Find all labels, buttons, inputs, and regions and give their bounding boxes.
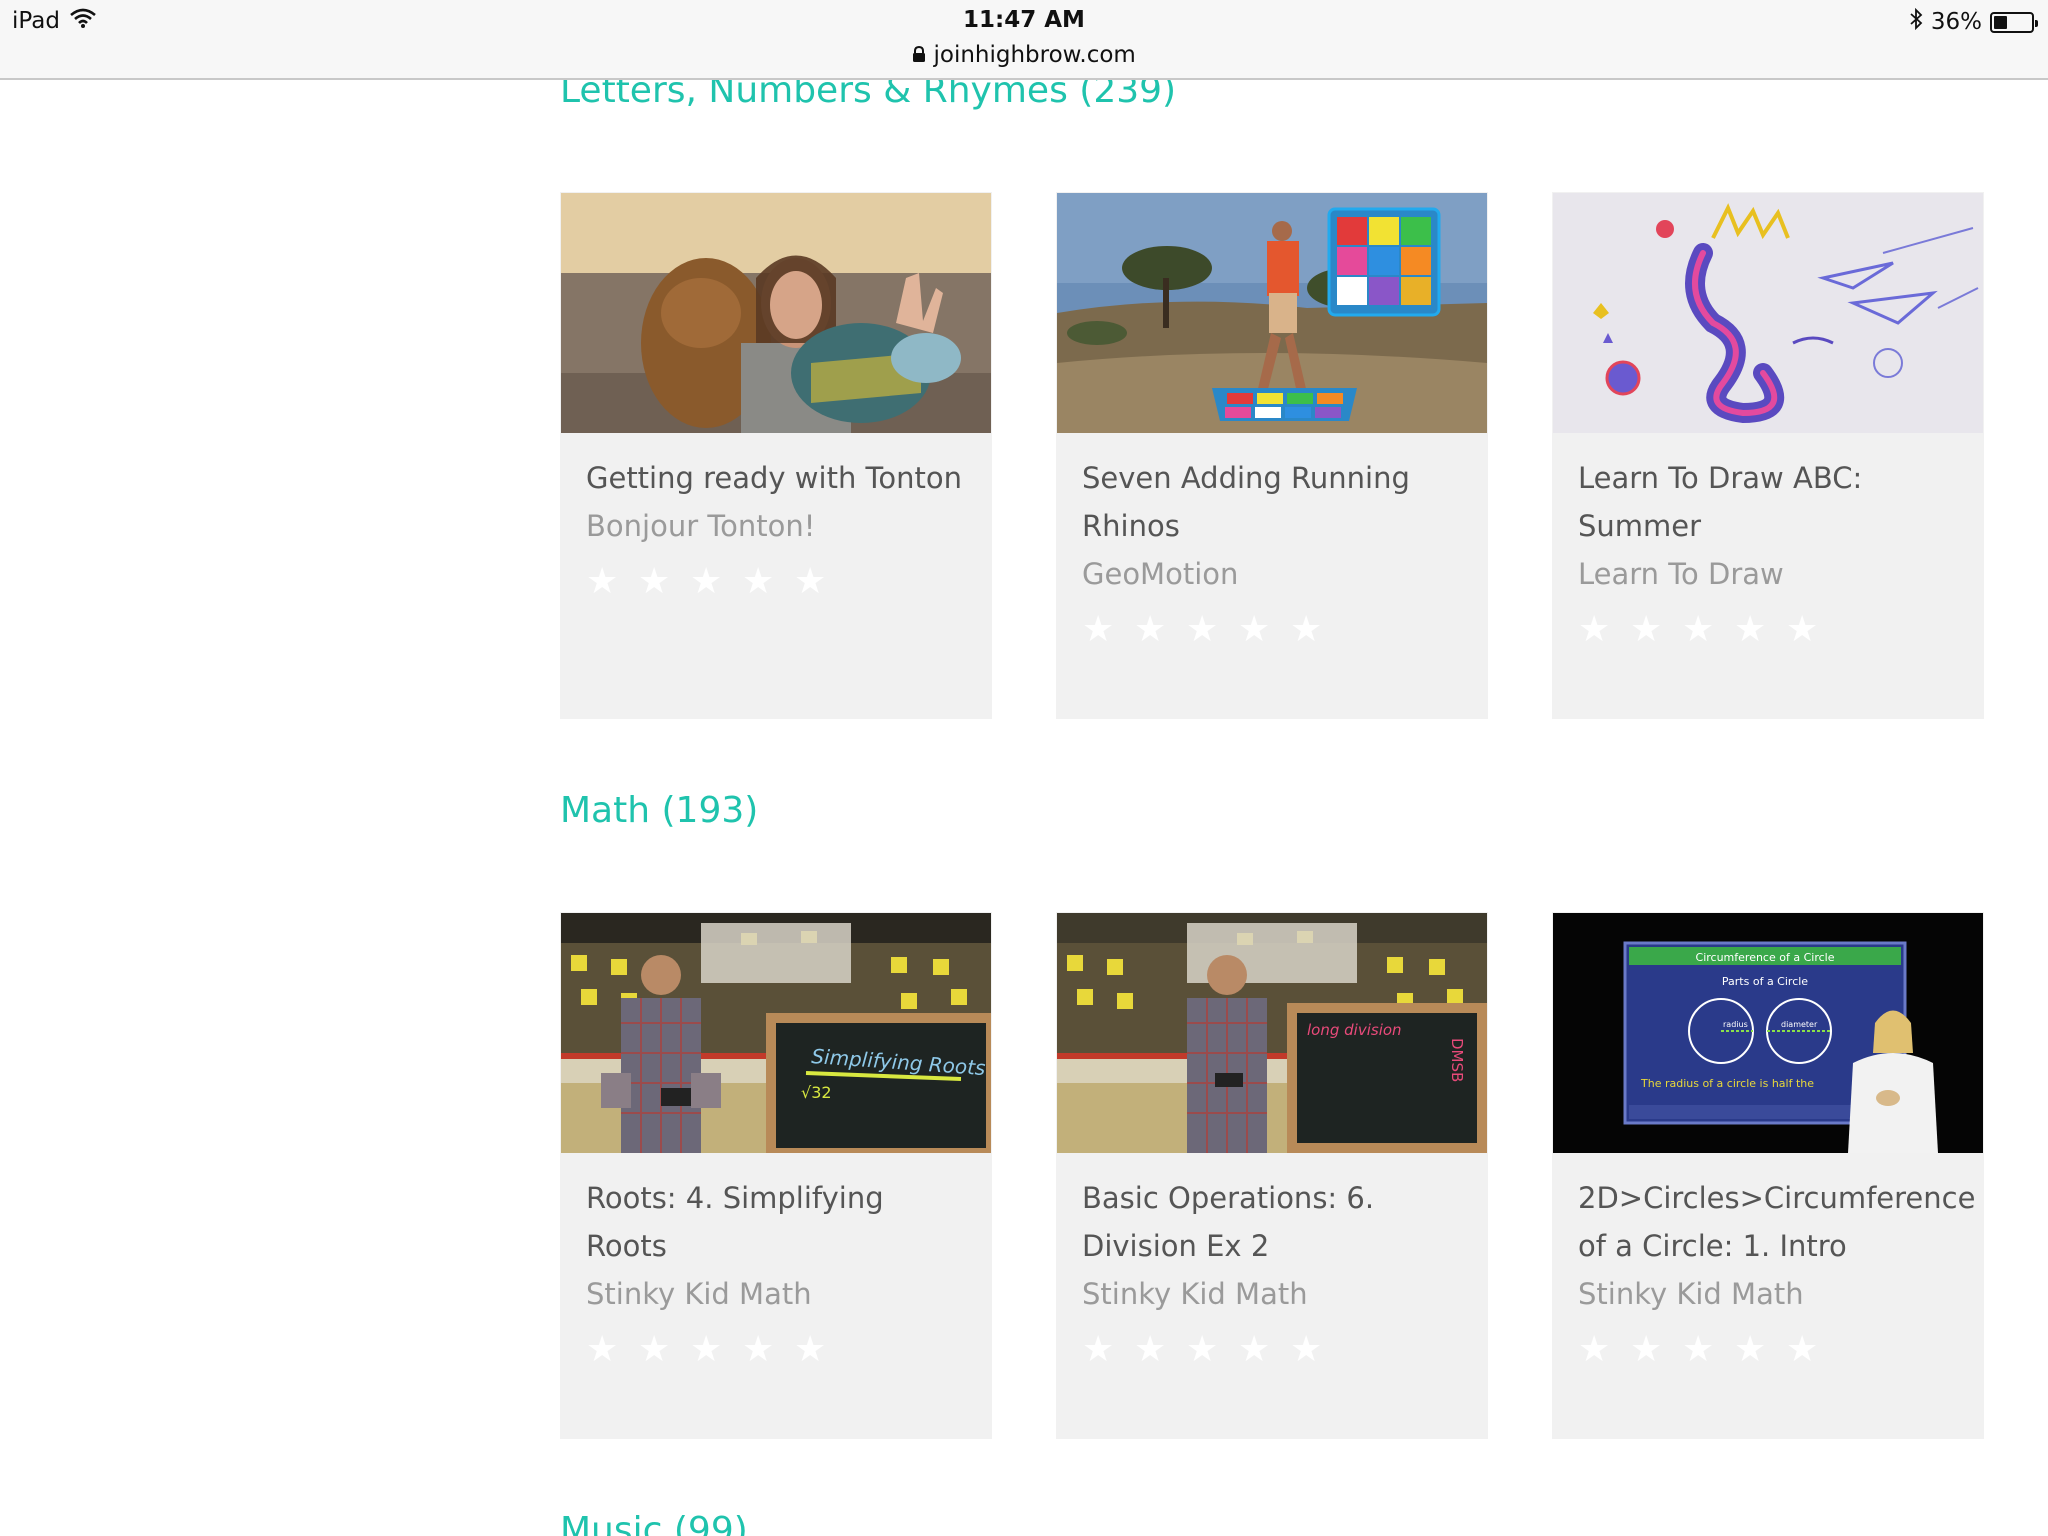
star-icon[interactable]: ★: [1134, 1332, 1168, 1368]
video-card[interactable]: Circumference of a Circle Parts of a Cir…: [1552, 912, 1984, 1439]
star-icon[interactable]: ★: [638, 564, 672, 600]
star-icon[interactable]: ★: [1290, 612, 1324, 648]
star-icon[interactable]: ★: [1578, 1332, 1612, 1368]
video-thumbnail[interactable]: [561, 193, 991, 433]
star-icon[interactable]: ★: [1630, 1332, 1664, 1368]
star-icon[interactable]: ★: [690, 564, 724, 600]
battery-fill: [1994, 15, 2007, 29]
star-icon[interactable]: ★: [794, 564, 828, 600]
card-title[interactable]: Seven Adding Running Rhinos: [1082, 454, 1466, 550]
star-rating[interactable]: ★ ★ ★ ★ ★: [1082, 612, 1466, 648]
star-rating[interactable]: ★ ★ ★ ★ ★: [1578, 612, 1962, 648]
star-icon[interactable]: ★: [1134, 612, 1168, 648]
card-author[interactable]: Stinky Kid Math: [586, 1270, 970, 1318]
video-card[interactable]: long division DMSB Basic Operations: 6. …: [1056, 912, 1488, 1439]
battery-percent: 36%: [1930, 9, 1982, 35]
status-bar: iPad 11:47 AM joinhighbrow.com 36%: [0, 0, 2048, 80]
video-card[interactable]: Learn To Draw ABC: Summer Learn To Draw …: [1552, 192, 1984, 719]
url-text: joinhighbrow.com: [933, 42, 1136, 68]
card-title[interactable]: Getting ready with Tonton: [586, 454, 970, 502]
star-icon[interactable]: ★: [586, 564, 620, 600]
status-right: 36%: [1909, 7, 2038, 36]
card-title[interactable]: Learn To Draw ABC: Summer: [1578, 454, 1962, 550]
card-title[interactable]: Roots: 4. Simplifying Roots: [586, 1174, 970, 1270]
bluetooth-icon: [1909, 7, 1923, 36]
star-rating[interactable]: ★ ★ ★ ★ ★: [586, 564, 970, 600]
video-card[interactable]: Getting ready with Tonton Bonjour Tonton…: [560, 192, 992, 719]
screen-subheader: Parts of a Circle: [1722, 975, 1808, 988]
card-body: Basic Operations: 6. Division Ex 2 Stink…: [1082, 1174, 1466, 1368]
battery-icon: [1990, 11, 2038, 33]
screen-caption: The radius of a circle is half the: [1640, 1077, 1814, 1090]
star-icon[interactable]: ★: [1082, 1332, 1116, 1368]
card-body: Seven Adding Running Rhinos GeoMotion ★ ★…: [1082, 454, 1466, 648]
card-author[interactable]: Bonjour Tonton!: [586, 502, 970, 550]
star-icon[interactable]: ★: [638, 1332, 672, 1368]
star-icon[interactable]: ★: [1786, 612, 1820, 648]
star-icon[interactable]: ★: [1786, 1332, 1820, 1368]
star-icon[interactable]: ★: [1578, 612, 1612, 648]
screen-header: Circumference of a Circle: [1696, 951, 1835, 964]
star-icon[interactable]: ★: [1682, 1332, 1716, 1368]
star-rating[interactable]: ★ ★ ★ ★ ★: [586, 1332, 970, 1368]
section-title-math[interactable]: Math (193): [560, 790, 758, 831]
section-title-music[interactable]: Music (99): [560, 1510, 748, 1536]
star-icon[interactable]: ★: [690, 1332, 724, 1368]
video-thumbnail[interactable]: [1553, 193, 1983, 433]
star-icon[interactable]: ★: [1238, 612, 1272, 648]
card-author[interactable]: Stinky Kid Math: [1578, 1270, 1962, 1318]
card-body: Learn To Draw ABC: Summer Learn To Draw …: [1578, 454, 1962, 648]
star-icon[interactable]: ★: [1734, 612, 1768, 648]
star-icon[interactable]: ★: [1682, 612, 1716, 648]
video-thumbnail[interactable]: Simplifying Roots √32: [561, 913, 991, 1153]
video-card[interactable]: Simplifying Roots √32 Roots: 4. Simplify…: [560, 912, 992, 1439]
star-icon[interactable]: ★: [1290, 1332, 1324, 1368]
star-icon[interactable]: ★: [742, 1332, 776, 1368]
star-icon[interactable]: ★: [794, 1332, 828, 1368]
star-icon[interactable]: ★: [1186, 1332, 1220, 1368]
card-title[interactable]: Basic Operations: 6. Division Ex 2: [1082, 1174, 1466, 1270]
address-bar[interactable]: joinhighbrow.com: [0, 42, 2048, 68]
star-rating[interactable]: ★ ★ ★ ★ ★: [1578, 1332, 1962, 1368]
star-icon[interactable]: ★: [1630, 612, 1664, 648]
board-sqrt: √32: [801, 1083, 832, 1102]
star-icon[interactable]: ★: [1734, 1332, 1768, 1368]
radius-label: radius: [1723, 1020, 1748, 1029]
video-thumbnail[interactable]: Circumference of a Circle Parts of a Cir…: [1553, 913, 1983, 1153]
card-author[interactable]: GeoMotion: [1082, 550, 1466, 598]
card-title[interactable]: 2D>Circles>Circumference of a Circle: 1.…: [1578, 1174, 1975, 1270]
clock: 11:47 AM: [963, 7, 1085, 33]
card-body: 2D>Circles>Circumference of a Circle: 1.…: [1578, 1174, 1975, 1368]
board-letters: DMSB: [1448, 1038, 1466, 1082]
video-thumbnail[interactable]: [1057, 193, 1487, 433]
lock-icon: [912, 42, 933, 68]
card-body: Roots: 4. Simplifying Roots Stinky Kid M…: [586, 1174, 970, 1368]
card-body: Getting ready with Tonton Bonjour Tonton…: [586, 454, 970, 600]
star-icon[interactable]: ★: [1186, 612, 1220, 648]
star-rating[interactable]: ★ ★ ★ ★ ★: [1082, 1332, 1466, 1368]
card-author[interactable]: Learn To Draw: [1578, 550, 1962, 598]
card-author[interactable]: Stinky Kid Math: [1082, 1270, 1466, 1318]
star-icon[interactable]: ★: [742, 564, 776, 600]
star-icon[interactable]: ★: [1238, 1332, 1272, 1368]
diameter-label: diameter: [1781, 1020, 1818, 1029]
star-icon[interactable]: ★: [1082, 612, 1116, 648]
video-thumbnail[interactable]: long division DMSB: [1057, 913, 1487, 1153]
star-icon[interactable]: ★: [586, 1332, 620, 1368]
board-text: long division: [1307, 1021, 1402, 1039]
video-card[interactable]: Seven Adding Running Rhinos GeoMotion ★ ★…: [1056, 192, 1488, 719]
